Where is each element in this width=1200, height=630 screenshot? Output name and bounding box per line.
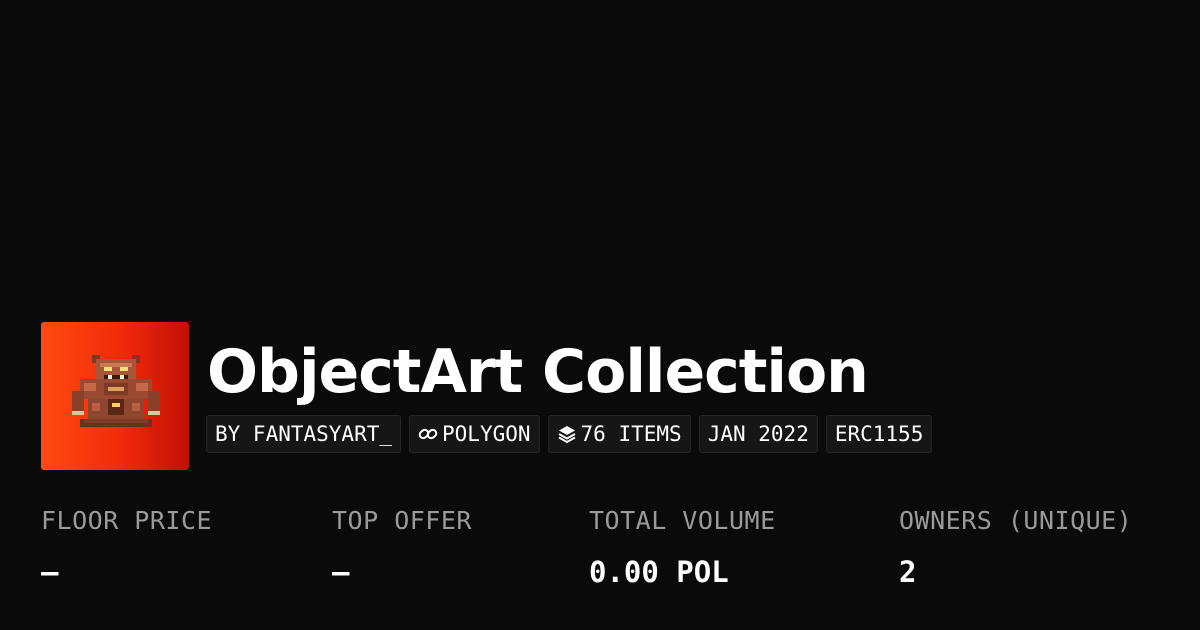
collection-tags: BY FANTASYART_ POLYGON 76 ITEMS JAN 2022… [206,415,933,453]
chain-link-icon [418,428,438,440]
pixel-ogre-statue-icon [72,355,160,427]
standard-tag: ERC1155 [825,415,933,453]
top-offer-stat: TOP OFFER – [332,503,472,591]
owners-stat: OWNERS (UNIQUE) 2 [899,503,1132,591]
floor-price-label: FLOOR PRICE [41,506,213,535]
owners-label: OWNERS (UNIQUE) [899,506,1133,535]
floor-price-stat: FLOOR PRICE – [41,503,212,591]
top-offer-value: – [332,555,350,589]
owners-value: 2 [899,555,917,589]
items-tag[interactable]: 76 ITEMS [547,415,691,453]
total-volume-label: TOTAL VOLUME [589,506,776,535]
floor-price-value: – [41,555,59,589]
layers-icon [558,426,576,443]
creator-tag[interactable]: BY FANTASYART_ [206,415,402,453]
date-tag-label: JAN 2022 [707,422,809,446]
standard-tag-label: ERC1155 [834,422,924,446]
creator-tag-label: BY FANTASYART_ [215,422,393,446]
chain-tag-label: POLYGON [442,422,531,446]
total-volume-value: 0.00 POL [589,555,729,589]
collection-card: ObjectArt Collection BY FANTASYART_ POLY… [0,0,1200,630]
items-tag-label: 76 ITEMS [580,422,682,446]
total-volume-stat: TOTAL VOLUME 0.00 POL [589,503,776,591]
top-offer-label: TOP OFFER [332,506,472,535]
chain-tag[interactable]: POLYGON [409,415,540,453]
date-tag: JAN 2022 [698,415,818,453]
collection-title: ObjectArt Collection [207,337,869,407]
collection-thumbnail[interactable] [41,322,189,470]
